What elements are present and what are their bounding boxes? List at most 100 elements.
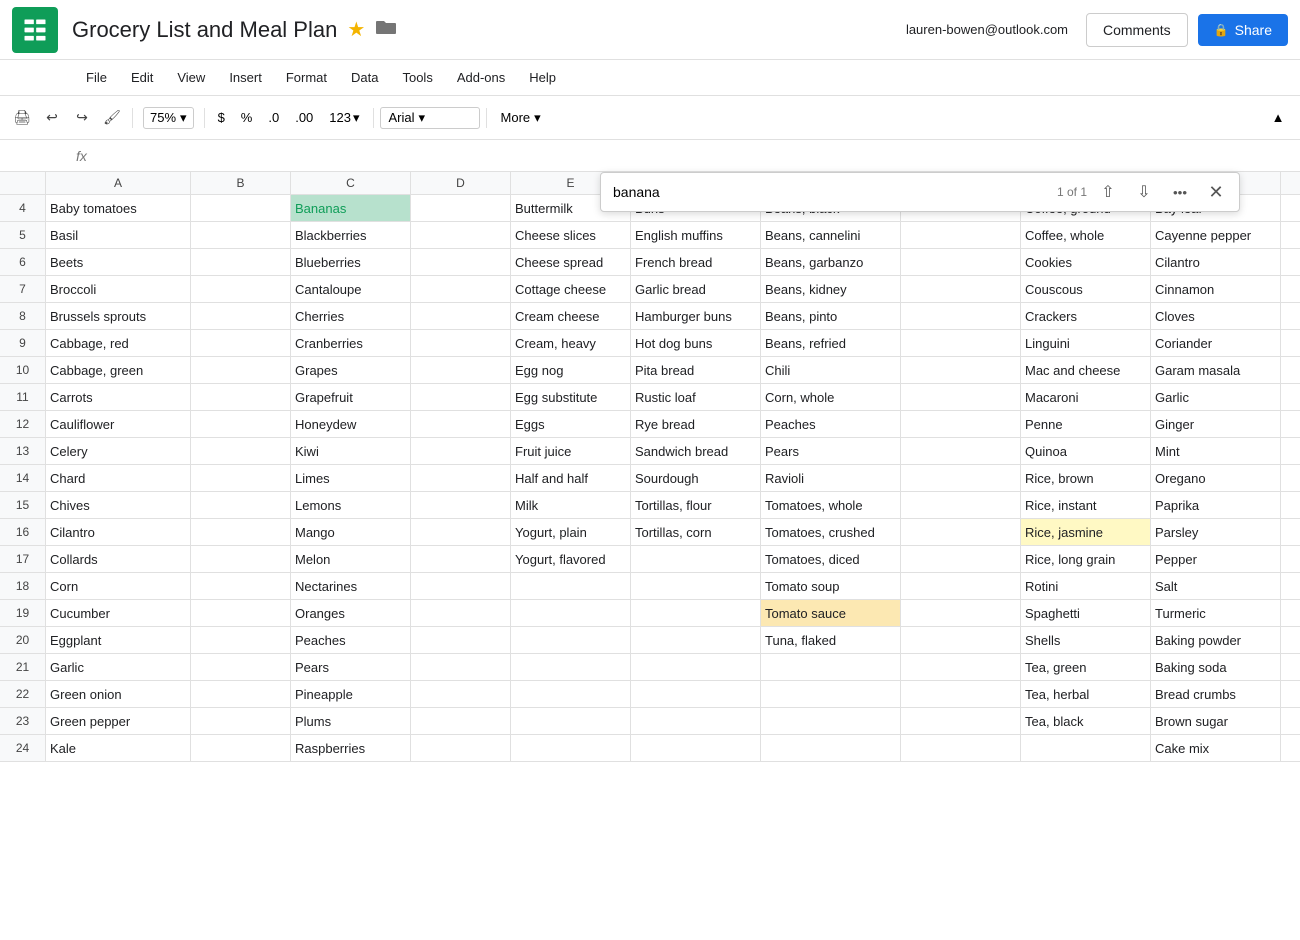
grid-cell[interactable]: Beans, garbanzo: [761, 249, 901, 275]
grid-cell[interactable]: [411, 249, 511, 275]
grid-cell[interactable]: [901, 681, 1021, 707]
grid-cell[interactable]: Plums: [291, 708, 411, 734]
grid-cell[interactable]: [191, 708, 291, 734]
grid-cell[interactable]: Hot dog buns: [631, 330, 761, 356]
menu-edit[interactable]: Edit: [121, 66, 163, 89]
grid-cell[interactable]: Cabbage, green: [46, 357, 191, 383]
grid-cell[interactable]: Eggs: [511, 411, 631, 437]
grid-cell[interactable]: Cheese spread: [511, 249, 631, 275]
grid-cell[interactable]: [411, 276, 511, 302]
find-input[interactable]: [609, 180, 1051, 204]
grid-cell[interactable]: [761, 708, 901, 734]
grid-cell[interactable]: Pears: [291, 654, 411, 680]
more-toolbar-button[interactable]: More ▾: [493, 108, 549, 128]
grid-cell[interactable]: Ginger: [1151, 411, 1281, 437]
decimal-decrease-button[interactable]: .0: [261, 107, 286, 128]
grid-cell[interactable]: Oregano: [1151, 465, 1281, 491]
grid-cell[interactable]: [631, 627, 761, 653]
grid-cell[interactable]: Ravioli: [761, 465, 901, 491]
grid-cell[interactable]: Egg substitute: [511, 384, 631, 410]
grid-cell[interactable]: [191, 303, 291, 329]
grid-cell[interactable]: Baking soda: [1151, 654, 1281, 680]
grid-cell[interactable]: [411, 357, 511, 383]
grid-cell[interactable]: Kale: [46, 735, 191, 761]
grid-cell[interactable]: Garlic: [46, 654, 191, 680]
grid-cell[interactable]: Cauliflower: [46, 411, 191, 437]
grid-cell[interactable]: Coriander: [1151, 330, 1281, 356]
grid-cell[interactable]: [901, 708, 1021, 734]
grid-cell[interactable]: Oranges: [291, 600, 411, 626]
grid-cell[interactable]: [191, 546, 291, 572]
grid-cell[interactable]: Rye bread: [631, 411, 761, 437]
grid-cell[interactable]: [901, 438, 1021, 464]
menu-addons[interactable]: Add-ons: [447, 66, 515, 89]
grid-cell[interactable]: Chives: [46, 492, 191, 518]
grid-cell[interactable]: [511, 654, 631, 680]
grid-cell[interactable]: Basil: [46, 222, 191, 248]
grid-cell[interactable]: Cranberries: [291, 330, 411, 356]
grid-cell[interactable]: Honeydew: [291, 411, 411, 437]
doc-title-text[interactable]: Grocery List and Meal Plan: [72, 17, 337, 43]
grid-cell[interactable]: Chard: [46, 465, 191, 491]
grid-cell[interactable]: Corn: [46, 573, 191, 599]
grid-cell[interactable]: [191, 357, 291, 383]
grid-cell[interactable]: Macaroni: [1021, 384, 1151, 410]
grid-cell[interactable]: Cottage cheese: [511, 276, 631, 302]
currency-button[interactable]: $: [211, 107, 232, 128]
grid-cell[interactable]: [411, 735, 511, 761]
grid-cell[interactable]: Linguini: [1021, 330, 1151, 356]
grid-cell[interactable]: Tortillas, flour: [631, 492, 761, 518]
grid-cell[interactable]: [901, 276, 1021, 302]
grid-cell[interactable]: [191, 330, 291, 356]
grid-cell[interactable]: Tomatoes, crushed: [761, 519, 901, 545]
user-email[interactable]: lauren-bowen@outlook.com: [906, 22, 1068, 37]
grid-cell[interactable]: [631, 573, 761, 599]
grid-cell[interactable]: [901, 384, 1021, 410]
grid-cell[interactable]: [631, 681, 761, 707]
grid-cell[interactable]: Corn, whole: [761, 384, 901, 410]
grid-cell[interactable]: [761, 654, 901, 680]
grid-cell[interactable]: [901, 465, 1021, 491]
grid-cell[interactable]: Fruit juice: [511, 438, 631, 464]
grid-cell[interactable]: Brown sugar: [1151, 708, 1281, 734]
find-more-button[interactable]: •••: [1165, 177, 1195, 207]
grid-cell[interactable]: Coffee, whole: [1021, 222, 1151, 248]
grid-cell[interactable]: Tuna, flaked: [761, 627, 901, 653]
grid-cell[interactable]: Couscous: [1021, 276, 1151, 302]
grid-cell[interactable]: Cloves: [1151, 303, 1281, 329]
grid-cell[interactable]: Mac and cheese: [1021, 357, 1151, 383]
grid-cell[interactable]: [191, 735, 291, 761]
grid-cell[interactable]: Baking powder: [1151, 627, 1281, 653]
grid-cell[interactable]: Grapes: [291, 357, 411, 383]
grid-cell[interactable]: [411, 384, 511, 410]
grid-cell[interactable]: [191, 681, 291, 707]
grid-cell[interactable]: [411, 465, 511, 491]
grid-cell[interactable]: Pepper: [1151, 546, 1281, 572]
grid-cell[interactable]: Tea, black: [1021, 708, 1151, 734]
grid-cell[interactable]: Egg nog: [511, 357, 631, 383]
grid-cell[interactable]: Cherries: [291, 303, 411, 329]
grid-cell[interactable]: Penne: [1021, 411, 1151, 437]
grid-cell[interactable]: [901, 654, 1021, 680]
grid-cell[interactable]: Hamburger buns: [631, 303, 761, 329]
grid-cell[interactable]: [411, 681, 511, 707]
grid-cell[interactable]: Beans, kidney: [761, 276, 901, 302]
grid-cell[interactable]: [901, 519, 1021, 545]
grid-cell[interactable]: Garam masala: [1151, 357, 1281, 383]
grid-cell[interactable]: Cheese slices: [511, 222, 631, 248]
undo-button[interactable]: ↩: [38, 104, 66, 132]
grid-cell[interactable]: Green pepper: [46, 708, 191, 734]
grid-cell[interactable]: Quinoa: [1021, 438, 1151, 464]
grid-cell[interactable]: Salt: [1151, 573, 1281, 599]
grid-cell[interactable]: Parsley: [1151, 519, 1281, 545]
grid-cell[interactable]: Carrots: [46, 384, 191, 410]
grid-cell[interactable]: [191, 600, 291, 626]
grid-cell[interactable]: [191, 492, 291, 518]
grid-cell[interactable]: Beans, cannelini: [761, 222, 901, 248]
grid-cell[interactable]: Sandwich bread: [631, 438, 761, 464]
grid-cell[interactable]: [901, 600, 1021, 626]
grid-cell[interactable]: [631, 735, 761, 761]
find-close-button[interactable]: ✕: [1201, 177, 1231, 207]
grid-cell[interactable]: [191, 222, 291, 248]
grid-cell[interactable]: [191, 465, 291, 491]
